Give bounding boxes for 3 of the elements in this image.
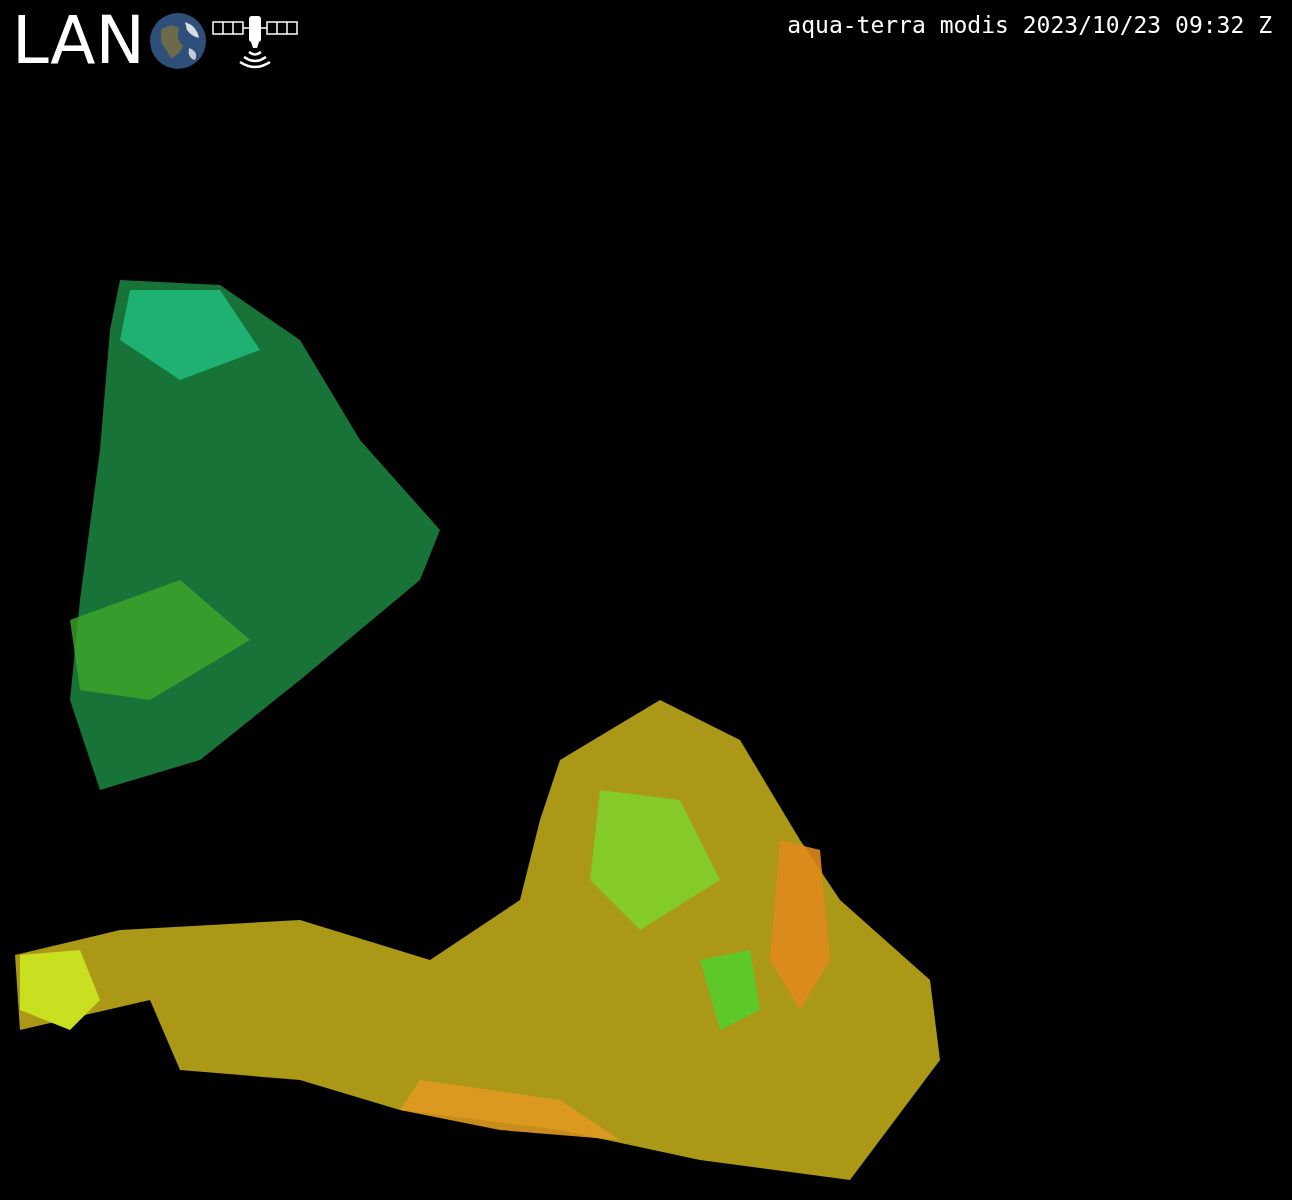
earth-icon xyxy=(148,12,207,70)
header-title: aqua-terra modis 2023/10/23 09:32 Z xyxy=(787,11,1272,40)
logo-text: LAN xyxy=(12,8,145,74)
